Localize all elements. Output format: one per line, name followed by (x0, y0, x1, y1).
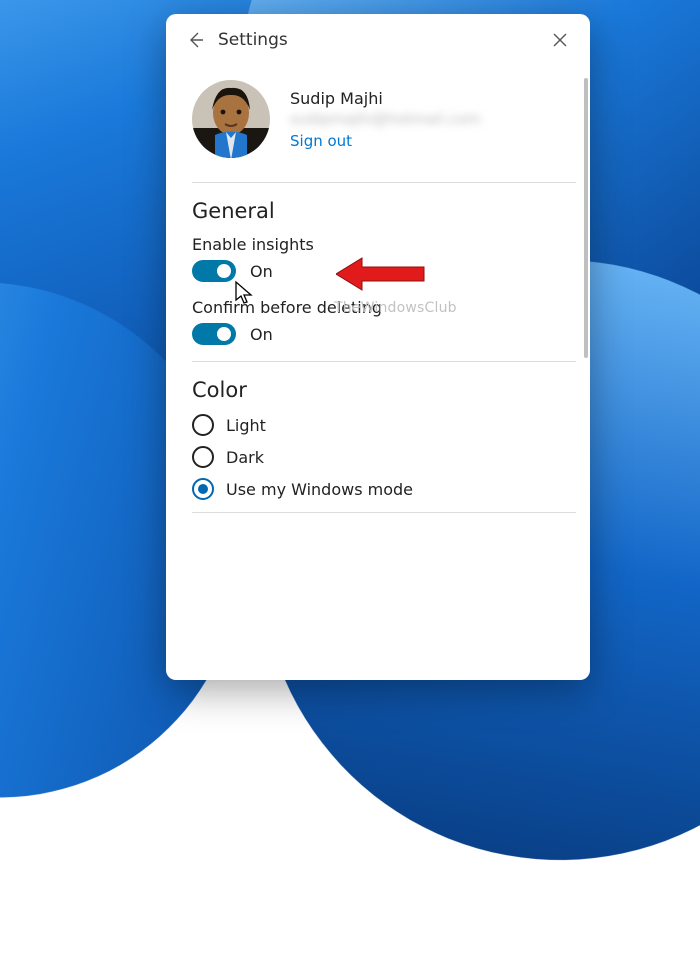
avatar (192, 80, 270, 158)
color-option-light[interactable]: Light (192, 414, 576, 436)
enable-insights-state: On (250, 262, 273, 281)
radio-icon (192, 414, 214, 436)
close-button[interactable] (546, 26, 574, 54)
enable-insights-label: Enable insights (192, 235, 576, 254)
sign-out-link[interactable]: Sign out (290, 132, 481, 150)
section-heading-color: Color (192, 378, 576, 402)
enable-insights-toggle[interactable] (192, 260, 236, 282)
radio-label: Use my Windows mode (226, 480, 413, 499)
section-heading-general: General (192, 199, 576, 223)
confirm-delete-label: Confirm before deleting (192, 298, 576, 317)
divider (192, 361, 576, 362)
confirm-delete-toggle[interactable] (192, 323, 236, 345)
color-option-dark[interactable]: Dark (192, 446, 576, 468)
radio-icon (192, 478, 214, 500)
radio-label: Dark (226, 448, 264, 467)
radio-label: Light (226, 416, 266, 435)
panel-content: Sudip Majhi sudipmajhi@hotmail.com Sign … (186, 66, 582, 680)
back-arrow-icon (186, 30, 206, 50)
close-icon (552, 32, 568, 48)
back-button[interactable] (182, 26, 210, 54)
divider (192, 182, 576, 183)
account-name: Sudip Majhi (290, 89, 481, 108)
scrollbar-thumb[interactable] (584, 78, 588, 358)
panel-header: Settings (166, 14, 590, 66)
account-block: Sudip Majhi sudipmajhi@hotmail.com Sign … (186, 66, 582, 182)
radio-icon (192, 446, 214, 468)
settings-panel: Settings Sudip Majhi (166, 14, 590, 680)
account-email-blurred: sudipmajhi@hotmail.com (290, 110, 481, 128)
color-option-windows-mode[interactable]: Use my Windows mode (192, 478, 576, 500)
divider (192, 512, 576, 513)
panel-title: Settings (218, 30, 546, 50)
confirm-delete-state: On (250, 325, 273, 344)
